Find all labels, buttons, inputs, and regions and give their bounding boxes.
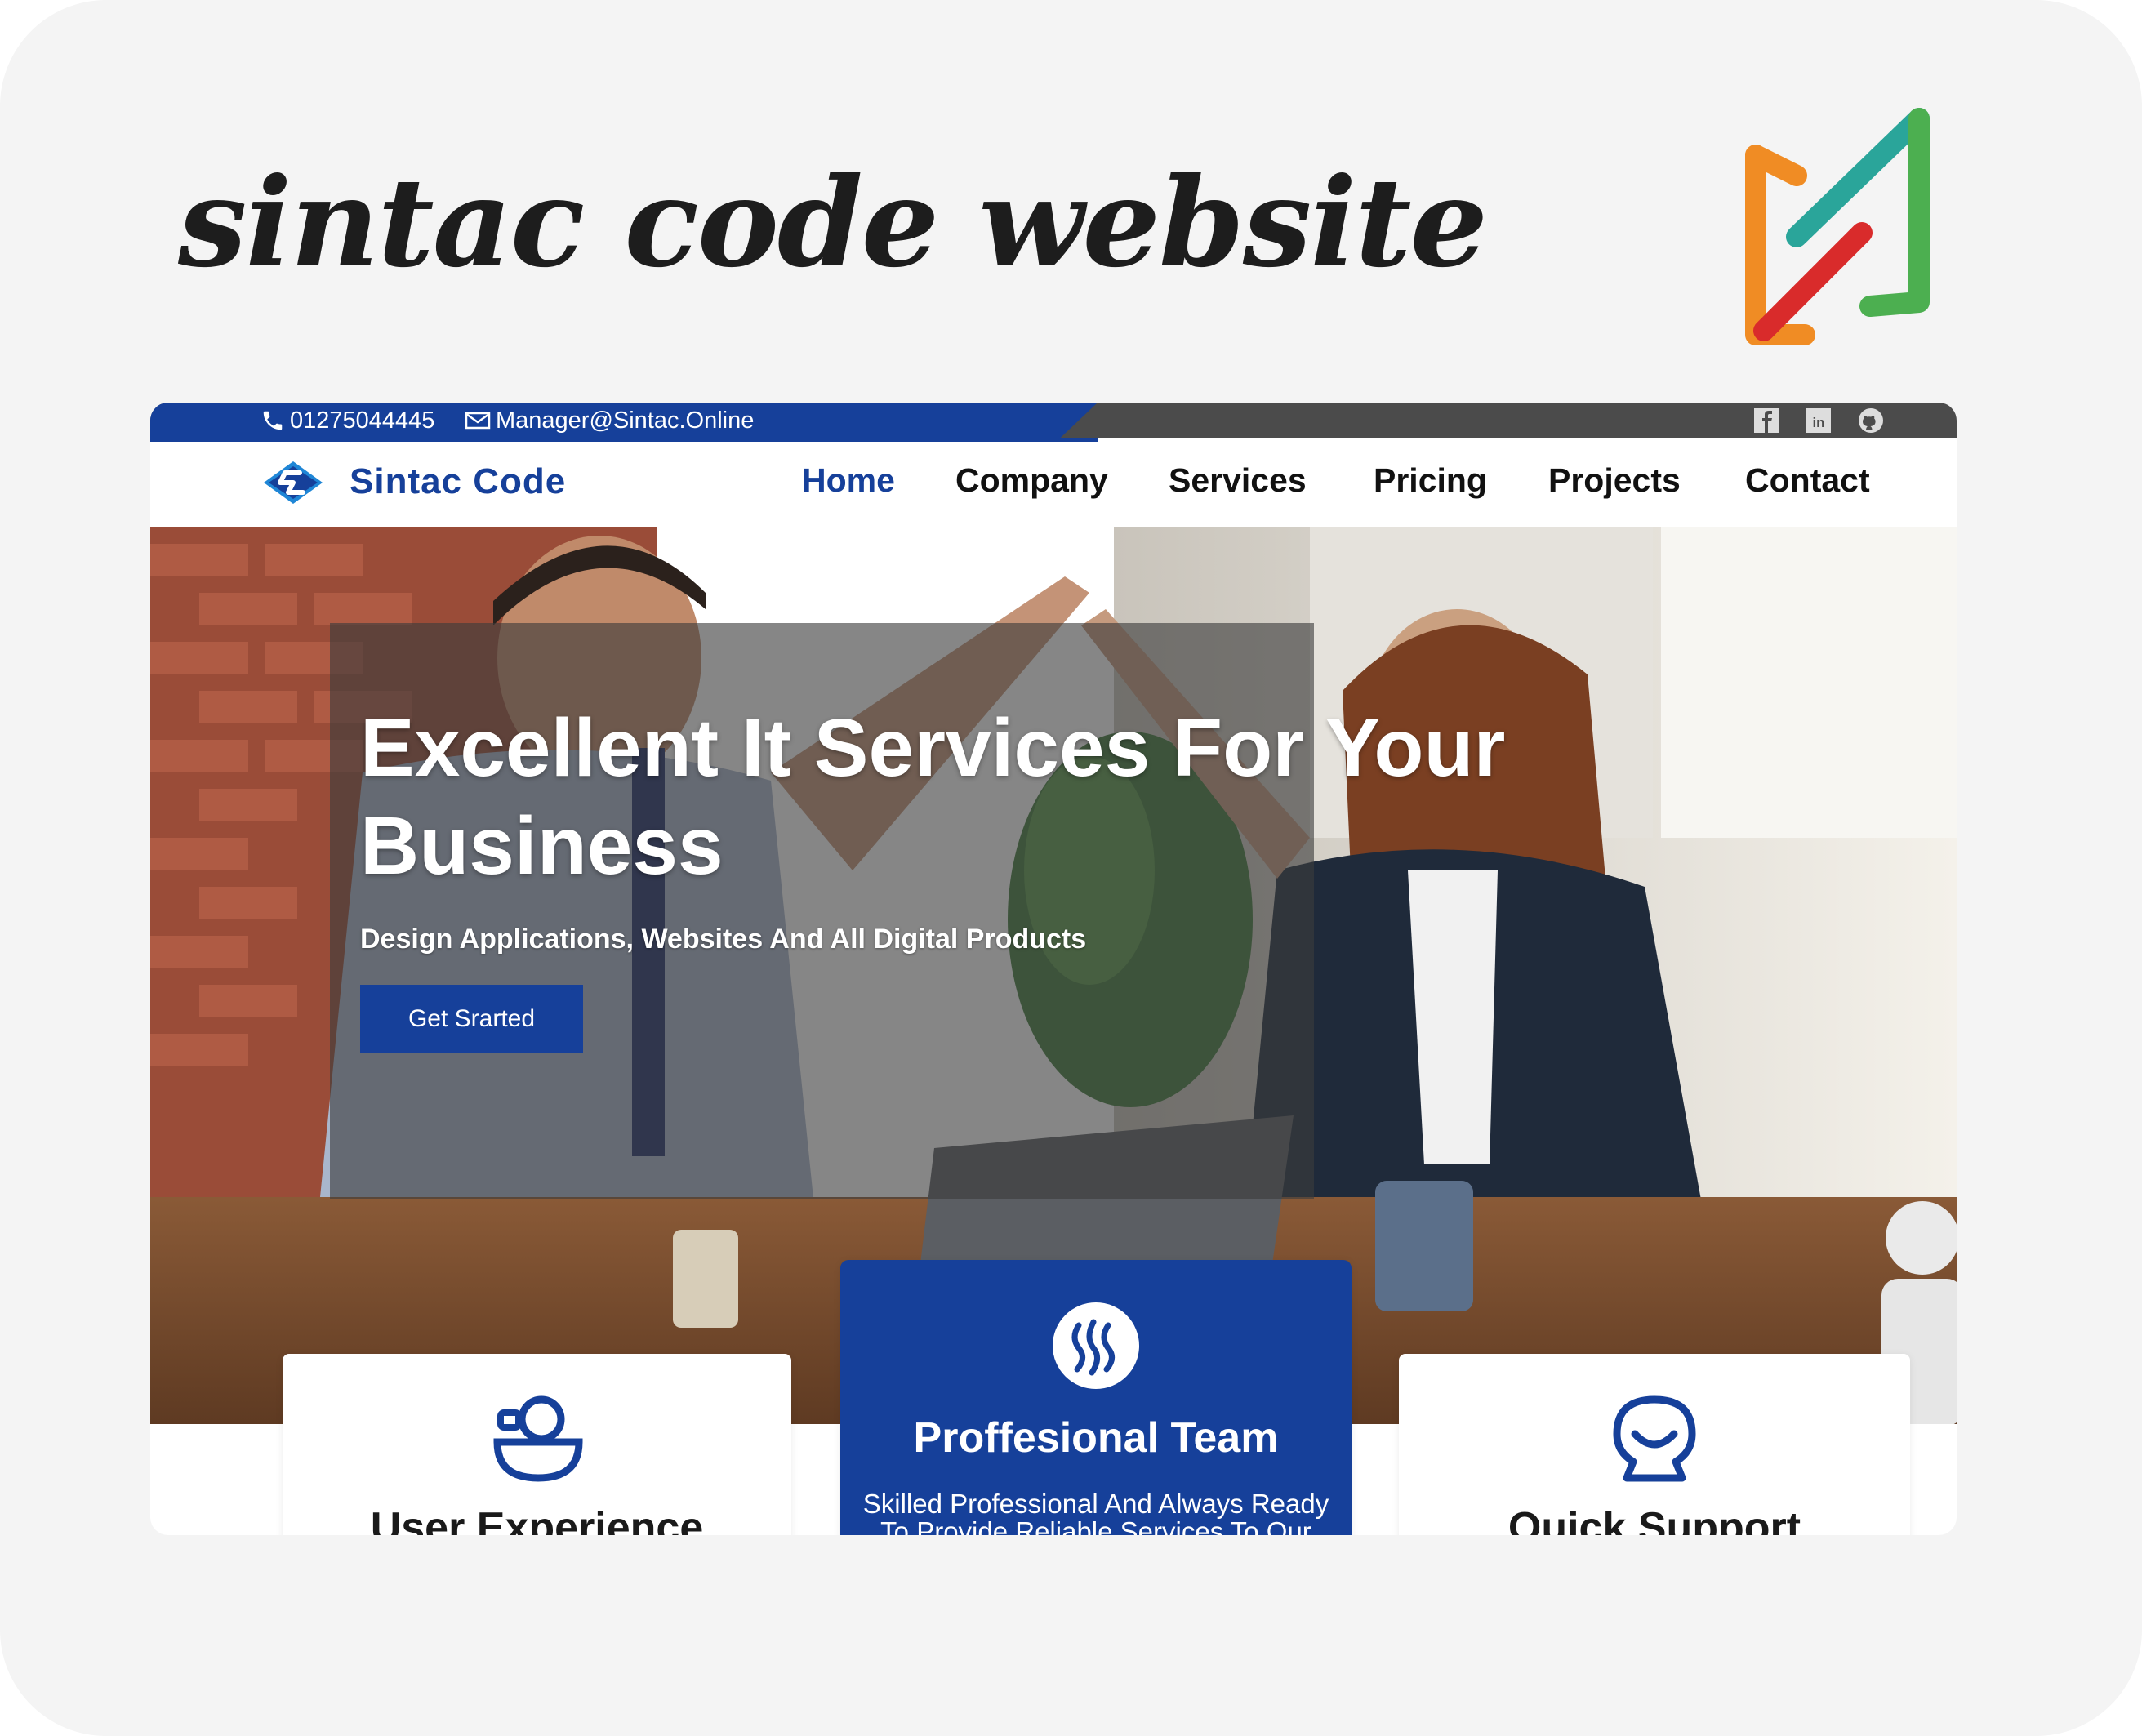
nav-services[interactable]: Services [1169,461,1307,500]
feature-card-quick-support[interactable]: Quick Support [1399,1354,1910,1535]
feature-card-user-experience[interactable]: User Experience [283,1354,791,1535]
support-icon [1613,1395,1696,1482]
hero-title: Excellent It Services For Your Business [360,702,1506,892]
linkedin-icon[interactable]: in [1802,406,1835,435]
feature-description: Skilled Professional And Always Ready To… [862,1489,1329,1536]
mail-icon [465,412,491,430]
navbar: Sintac Code Home Company Services Pricin… [150,442,1957,522]
steem-icon [1053,1302,1139,1389]
svg-text:in: in [1812,415,1824,430]
nav-home[interactable]: Home [802,461,895,500]
brand-logo-icon [1745,108,1930,345]
feature-title: Proffesional Team [913,1414,1279,1462]
social-links: in [1750,403,1887,438]
nav-projects[interactable]: Projects [1548,461,1681,500]
feature-title: User Experience [370,1504,704,1535]
hero-subtitle: Design Applications, Websites And All Di… [360,924,1087,955]
sintac-logo-icon[interactable] [261,458,326,507]
user-experience-icon [493,1395,583,1482]
email-contact[interactable]: Manager@Sintac.Online [465,403,754,438]
showcase-title: sintac code website [178,151,1488,295]
nav-pricing[interactable]: Pricing [1374,461,1487,500]
top-bar: 01275044445 Manager@Sintac.Online in [150,403,1957,438]
phone-icon [263,411,283,430]
phone-contact[interactable]: 01275044445 [261,403,434,438]
showcase-card: sintac code website 01275044445 Manager@ [0,0,2142,1736]
logo-text[interactable]: Sintac Code [350,461,566,502]
nav-company[interactable]: Company [955,461,1108,500]
github-icon[interactable] [1855,406,1887,435]
get-started-button[interactable]: Get Srarted [360,985,583,1053]
facebook-icon[interactable] [1750,406,1783,435]
nav-contact[interactable]: Contact [1745,461,1870,500]
feature-title: Quick Support [1507,1504,1801,1535]
email-address: Manager@Sintac.Online [496,407,755,434]
website-screenshot: 01275044445 Manager@Sintac.Online in Sin… [150,403,1957,1535]
feature-card-professional-team[interactable]: Proffesional Team Skilled Professional A… [840,1260,1352,1535]
phone-number: 01275044445 [290,407,435,434]
